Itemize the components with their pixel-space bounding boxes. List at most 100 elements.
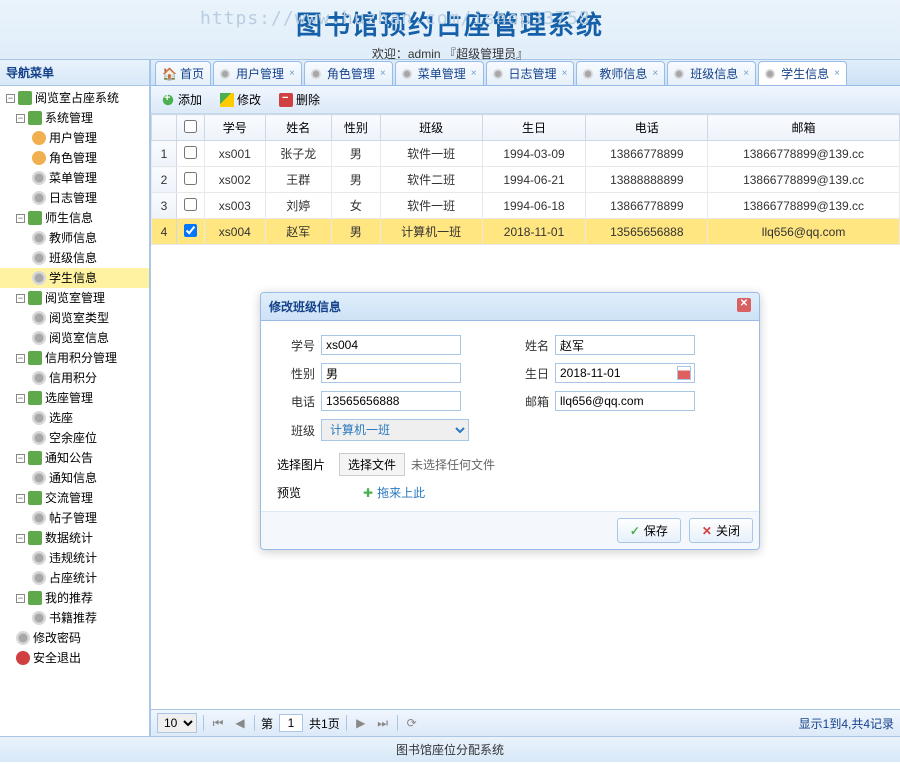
birth-input[interactable]	[555, 363, 695, 383]
tree-item[interactable]: 修改密码	[0, 628, 149, 648]
tree-item[interactable]: 角色管理	[0, 148, 149, 168]
tab[interactable]: 🏠首页	[155, 61, 211, 85]
tree-item[interactable]: 班级信息	[0, 248, 149, 268]
tab-close-icon[interactable]: ×	[562, 68, 568, 79]
tree-group[interactable]: −阅览室管理	[0, 288, 149, 308]
table-row[interactable]: 4xs004赵军男计算机一班2018-11-0113565656888llq65…	[152, 219, 900, 245]
tab[interactable]: 日志管理×	[486, 61, 575, 85]
row-number: 4	[152, 219, 177, 245]
sno-input[interactable]	[321, 335, 461, 355]
row-checkbox[interactable]	[184, 198, 197, 211]
tree-item[interactable]: 信用积分	[0, 368, 149, 388]
preview-label: 预览	[277, 484, 333, 501]
col-header[interactable]: 生日	[482, 115, 586, 141]
col-header[interactable]: 班级	[380, 115, 482, 141]
tree-item[interactable]: 日志管理	[0, 188, 149, 208]
gear-icon	[32, 551, 46, 565]
dialog-header[interactable]: 修改班级信息 ✕	[261, 293, 759, 321]
prev-page-button[interactable]: ◀	[232, 715, 248, 731]
tab-close-icon[interactable]: ×	[380, 68, 386, 79]
tree-item[interactable]: 菜单管理	[0, 168, 149, 188]
tree-group[interactable]: −系统管理	[0, 108, 149, 128]
close-button[interactable]: ✕关闭	[689, 518, 753, 543]
class-select[interactable]: 计算机一班	[321, 419, 469, 441]
tree-root[interactable]: −阅览室占座系统	[0, 88, 149, 108]
tree-item[interactable]: 违规统计	[0, 548, 149, 568]
phone-input[interactable]	[321, 391, 461, 411]
add-button[interactable]: 添加	[157, 89, 206, 110]
tab[interactable]: 用户管理×	[213, 61, 302, 85]
delete-button[interactable]: 删除	[275, 89, 324, 110]
app-header: https://www.huzhan.com/ishop33758 图书馆预约占…	[0, 0, 900, 60]
dialog-close-button[interactable]: ✕	[737, 298, 751, 312]
folder-icon	[28, 351, 42, 365]
tree-group[interactable]: −通知公告	[0, 448, 149, 468]
cell: 1994-06-18	[482, 193, 586, 219]
tree-item[interactable]: 选座	[0, 408, 149, 428]
col-header[interactable]: 性别	[332, 115, 381, 141]
tab[interactable]: 教师信息×	[576, 61, 665, 85]
nav-sidebar: 导航菜单 −阅览室占座系统−系统管理用户管理角色管理菜单管理日志管理−师生信息教…	[0, 60, 150, 736]
col-header[interactable]: 学号	[205, 115, 266, 141]
sex-input[interactable]	[321, 363, 461, 383]
save-button[interactable]: ✓保存	[617, 518, 681, 543]
tab[interactable]: 角色管理×	[304, 61, 393, 85]
tree-group[interactable]: −选座管理	[0, 388, 149, 408]
tree-item[interactable]: 通知信息	[0, 468, 149, 488]
tree-item[interactable]: 帖子管理	[0, 508, 149, 528]
tab[interactable]: 菜单管理×	[395, 61, 484, 85]
select-all-checkbox[interactable]	[184, 120, 197, 133]
page-size-select[interactable]: 10	[157, 713, 197, 733]
cell: 计算机一班	[380, 219, 482, 245]
class-label: 班级	[277, 422, 315, 439]
choose-file-button[interactable]: 选择文件	[339, 453, 405, 476]
row-checkbox[interactable]	[184, 146, 197, 159]
email-input[interactable]	[555, 391, 695, 411]
tree-group[interactable]: −数据统计	[0, 528, 149, 548]
tree-group[interactable]: −交流管理	[0, 488, 149, 508]
cell: 男	[332, 219, 381, 245]
pager-info: 显示1到4,共4记录	[799, 715, 894, 732]
tree-item[interactable]: 书籍推荐	[0, 608, 149, 628]
gear-icon	[32, 271, 46, 285]
gear-icon	[32, 611, 46, 625]
col-header[interactable]: 电话	[586, 115, 708, 141]
tab[interactable]: 班级信息×	[667, 61, 756, 85]
tab-close-icon[interactable]: ×	[743, 68, 749, 79]
table-row[interactable]: 1xs001张子龙男软件一班1994-03-091386677889913866…	[152, 141, 900, 167]
tree-item[interactable]: 阅览室信息	[0, 328, 149, 348]
tab-close-icon[interactable]: ×	[652, 68, 658, 79]
email-label: 邮箱	[511, 393, 549, 410]
tree-item[interactable]: 安全退出	[0, 648, 149, 668]
drag-upload-link[interactable]: ✚拖来上此	[363, 484, 425, 501]
col-header[interactable]: 姓名	[265, 115, 331, 141]
next-page-button[interactable]: ▶	[353, 715, 369, 731]
edit-button[interactable]: 修改	[216, 89, 265, 110]
table-row[interactable]: 2xs002王群男软件二班1994-06-2113888888899138667…	[152, 167, 900, 193]
tree-item[interactable]: 学生信息	[0, 268, 149, 288]
last-page-button[interactable]: ⏭	[375, 715, 391, 731]
tree-group[interactable]: −师生信息	[0, 208, 149, 228]
page-input[interactable]	[279, 714, 303, 732]
gear-icon	[32, 371, 46, 385]
tab-close-icon[interactable]: ×	[834, 68, 840, 79]
tree-item[interactable]: 用户管理	[0, 128, 149, 148]
col-header[interactable]: 邮箱	[708, 115, 900, 141]
tab-close-icon[interactable]: ×	[289, 68, 295, 79]
first-page-button[interactable]: ⏮	[210, 715, 226, 731]
name-input[interactable]	[555, 335, 695, 355]
tab[interactable]: 学生信息×	[758, 61, 847, 85]
cell: 13888888899	[586, 167, 708, 193]
tree-item[interactable]: 占座统计	[0, 568, 149, 588]
tree-item[interactable]: 教师信息	[0, 228, 149, 248]
row-checkbox[interactable]	[184, 224, 197, 237]
tree-item[interactable]: 阅览室类型	[0, 308, 149, 328]
calendar-icon[interactable]	[677, 366, 691, 380]
table-row[interactable]: 3xs003刘婷女软件一班1994-06-1813866778899138667…	[152, 193, 900, 219]
tree-item[interactable]: 空余座位	[0, 428, 149, 448]
refresh-button[interactable]: ⟳	[404, 715, 420, 731]
tree-group[interactable]: −信用积分管理	[0, 348, 149, 368]
row-checkbox[interactable]	[184, 172, 197, 185]
tree-group[interactable]: −我的推荐	[0, 588, 149, 608]
tab-close-icon[interactable]: ×	[471, 68, 477, 79]
